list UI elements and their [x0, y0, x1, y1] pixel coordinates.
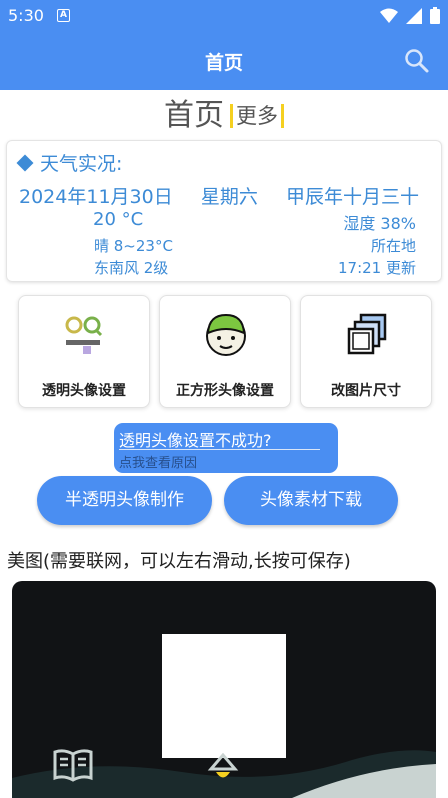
status-bar: 5:30 A [0, 0, 448, 32]
cartoon-avatar-icon [206, 313, 246, 356]
image-gallery[interactable] [12, 581, 436, 798]
avatar-materials-download-button[interactable]: 头像素材下载 [224, 476, 398, 525]
status-time: 5:30 [8, 6, 44, 25]
fail-notice-link[interactable]: 点我查看原因 [119, 452, 197, 471]
divider [119, 449, 320, 450]
card-label: 正方形头像设置 [176, 383, 274, 399]
page-header-home[interactable]: 首页 [164, 90, 230, 134]
weather-lunar-date: 甲辰年十月三十 [285, 186, 419, 208]
weather-humidity: 湿度 38% [343, 214, 416, 233]
card-resize-image[interactable]: 改图片尺寸 [300, 295, 432, 408]
signal-icon [406, 7, 422, 24]
app-bar: 首页 [0, 32, 448, 90]
card-label: 改图片尺寸 [331, 383, 401, 399]
card-square-avatar[interactable]: 正方形头像设置 [159, 295, 291, 408]
weather-heading: 天气实况: [15, 149, 122, 176]
wifi-icon [380, 8, 398, 23]
fail-notice-title: 透明头像设置不成功? [119, 431, 272, 450]
card-label: 透明头像设置 [42, 383, 126, 399]
battery-icon [430, 7, 440, 24]
resize-images-icon [347, 313, 387, 355]
lamp-icon [207, 752, 239, 778]
search-icon[interactable] [404, 48, 430, 74]
app-bar-title: 首页 [204, 52, 243, 74]
weather-weekday: 星期六 [200, 186, 258, 208]
gallery-image[interactable] [162, 634, 286, 758]
weather-date-row: 2024年11月30日 星期六 甲辰年十月三十 [19, 182, 419, 209]
card-transparent-avatar[interactable]: 透明头像设置 [18, 295, 150, 408]
page-header-more[interactable]: 更多 [230, 104, 284, 128]
page-header: 首页 更多 [0, 96, 448, 134]
diamond-bullet-icon [16, 154, 34, 171]
sim-indicator-icon: A [57, 9, 70, 22]
fail-notice[interactable]: 透明头像设置不成功? 点我查看原因 [114, 423, 338, 473]
weather-heading-text: 天气实况: [40, 153, 123, 175]
weather-card: 天气实况: 2024年11月30日 星期六 甲辰年十月三十 20 °C 湿度 3… [6, 140, 442, 282]
book-icon [53, 749, 93, 782]
status-icons [380, 7, 440, 24]
weather-temperature: 20 °C [93, 209, 144, 230]
feature-cards: 透明头像设置 正方形头像设置 改图片尺寸 [18, 295, 432, 408]
weather-condition-range: 晴 8~23°C [94, 237, 173, 255]
weather-wind: 东南风 2级 [94, 259, 169, 277]
weather-location: 所在地 [370, 237, 416, 255]
weather-updated: 17:21 更新 [338, 259, 416, 277]
weather-date: 2024年11月30日 [19, 186, 173, 208]
gallery-title: 美图(需要联网，可以左右滑动,长按可保存) [7, 551, 351, 572]
semi-transparent-avatar-button[interactable]: 半透明头像制作 [37, 476, 212, 525]
qq-logo-icon [65, 316, 103, 354]
